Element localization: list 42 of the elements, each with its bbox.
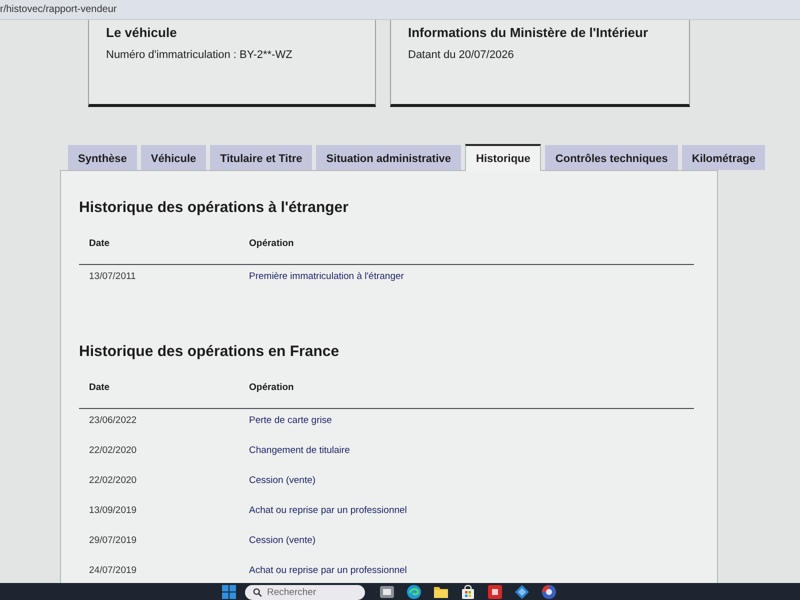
operation-cell-text: Cession (vente) [248, 535, 317, 548]
tab[interactable]: Historique [465, 144, 542, 171]
date-cell-text: 22/02/2020 [88, 475, 138, 488]
tab[interactable]: Situation administrative [316, 145, 461, 170]
column-header: Date [88, 382, 111, 393]
search-icon [253, 588, 262, 597]
operation-cell-text: Perte de carte grise [248, 415, 333, 428]
date-cell-text: 22/02/2020 [88, 445, 138, 458]
swirl-icon[interactable] [407, 585, 421, 599]
column-header: Date [88, 238, 111, 249]
window-icon[interactable] [380, 585, 394, 599]
shopping-bag-icon[interactable] [461, 585, 475, 599]
operation-cell-text: Changement de titulaire [248, 445, 351, 458]
card-title: Informations du Ministère de l'Intérieur [408, 25, 650, 40]
date-cell-text: 29/07/2019 [88, 535, 138, 548]
diamond-icon[interactable] [515, 585, 529, 599]
address-field[interactable]: r/histovec/rapport-vendeur [0, 0, 800, 20]
tab[interactable]: Contrôles techniques [545, 145, 678, 170]
card-text: Numéro d'immatriculation : BY-2**-WZ [106, 49, 294, 61]
column-header: Opération [248, 382, 295, 393]
date-cell-text: 13/09/2019 [88, 505, 138, 518]
tab[interactable]: Synthèse [68, 145, 137, 170]
tab[interactable]: Titulaire et Titre [210, 145, 312, 170]
operation-cell-text: Première immatriculation à l'étranger [248, 271, 405, 284]
section-title: Historique des opérations à l'étranger [79, 199, 350, 216]
windows-logo-icon[interactable] [222, 585, 236, 599]
tab[interactable]: Véhicule [140, 145, 206, 170]
operation-cell-text: Cession (vente) [248, 475, 317, 488]
app-tile-icon[interactable] [488, 585, 502, 599]
operation-cell-text: Achat ou reprise par un professionnel [248, 505, 408, 518]
round-app-icon[interactable] [542, 585, 556, 599]
folder-icon[interactable] [434, 585, 448, 599]
date-cell-text: 23/06/2022 [88, 415, 138, 428]
date-cell-text: 24/07/2019 [88, 565, 138, 578]
tab[interactable]: Kilométrage [682, 145, 766, 170]
date-cell-text: 13/07/2011 [88, 271, 137, 284]
search-field[interactable]: Rechercher [245, 585, 365, 600]
card-text: Datant du 20/07/2026 [408, 49, 515, 61]
column-header: Opération [248, 238, 295, 249]
operation-cell-text: Achat ou reprise par un professionnel [248, 565, 408, 578]
card-title: Le véhicule [106, 25, 178, 40]
section-title: Historique des opérations en France [79, 343, 340, 360]
